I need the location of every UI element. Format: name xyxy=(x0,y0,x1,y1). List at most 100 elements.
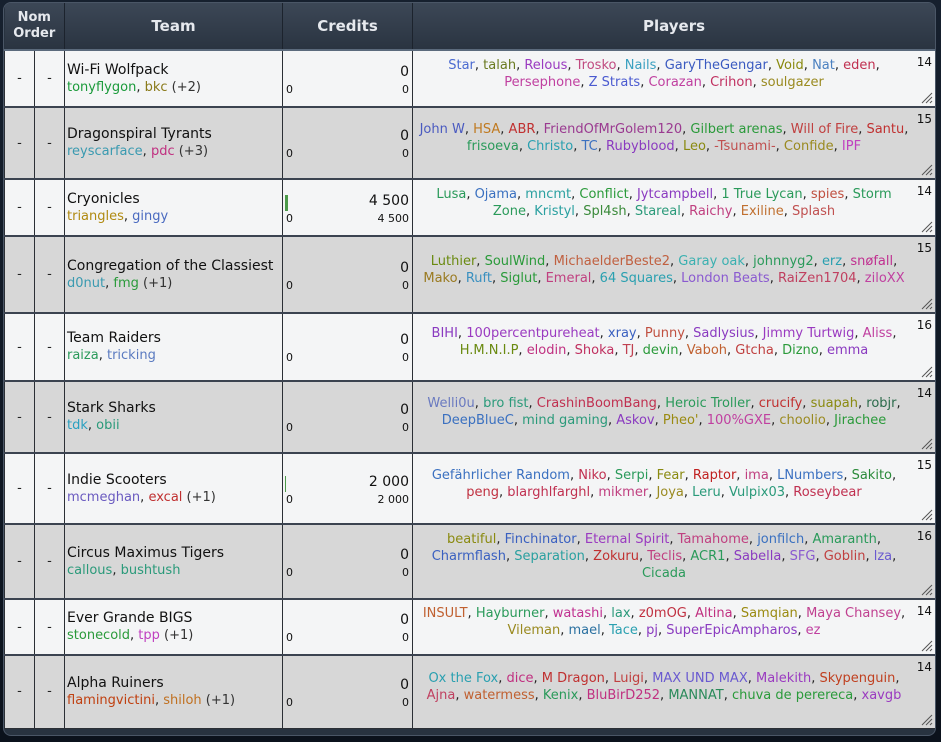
player-name[interactable]: ziloXX xyxy=(865,271,905,286)
player-name[interactable]: TJ xyxy=(623,343,635,358)
player-name[interactable]: Vileman xyxy=(507,623,560,638)
player-name[interactable]: mind gaming xyxy=(522,413,608,428)
player-name[interactable]: Maya Chansey xyxy=(806,606,901,621)
player-name[interactable]: 100percentpureheat xyxy=(466,326,599,341)
extra-managers-count[interactable]: (+1) xyxy=(143,276,172,291)
manager-name[interactable]: callous xyxy=(67,563,112,578)
player-name[interactable]: talah xyxy=(483,58,516,73)
player-name[interactable]: Luthier xyxy=(431,254,477,269)
player-name[interactable]: Spl4sh xyxy=(583,204,626,219)
player-name[interactable]: z0mOG xyxy=(639,606,687,621)
team-name[interactable]: Congregation of the Classiest xyxy=(67,258,282,275)
player-name[interactable]: bro fist xyxy=(483,396,528,411)
player-name[interactable]: LNumbers xyxy=(777,468,843,483)
player-name[interactable]: HSA xyxy=(473,122,500,137)
resize-handle-icon[interactable] xyxy=(921,164,933,176)
player-name[interactable]: 64 Squares xyxy=(600,271,673,286)
player-name[interactable]: MichaelderBeste2 xyxy=(554,254,670,269)
player-name[interactable]: blarghlfarghl xyxy=(507,485,590,500)
player-name[interactable]: soulgazer xyxy=(761,75,824,90)
player-name[interactable]: Amaranth xyxy=(812,532,876,547)
player-name[interactable]: SFG xyxy=(790,549,816,564)
team-name[interactable]: Circus Maximus Tigers xyxy=(67,545,282,562)
team-name[interactable]: Dragonspiral Tyrants xyxy=(67,126,282,143)
player-name[interactable]: xray xyxy=(608,326,637,341)
team-name[interactable]: Indie Scooters xyxy=(67,472,282,489)
extra-managers-count[interactable]: (+1) xyxy=(206,693,235,708)
player-name[interactable]: Conflict xyxy=(579,187,628,202)
manager-name[interactable]: tonyflygon xyxy=(67,80,136,95)
player-name[interactable]: Leru xyxy=(692,485,721,500)
player-name[interactable]: watermess xyxy=(464,688,535,703)
player-name[interactable]: Santu xyxy=(866,122,904,137)
manager-name[interactable]: stonecold xyxy=(67,628,130,643)
player-name[interactable]: Nat xyxy=(812,58,835,73)
player-name[interactable]: erz xyxy=(822,254,842,269)
player-name[interactable]: M Dragon xyxy=(542,671,605,686)
player-name[interactable]: BluBirD252 xyxy=(587,688,660,703)
manager-name[interactable]: flamingvictini xyxy=(67,693,155,708)
player-name[interactable]: frisoeva xyxy=(467,139,519,154)
player-name[interactable]: Raichy xyxy=(689,204,732,219)
player-name[interactable]: Siglut xyxy=(500,271,537,286)
resize-handle-icon[interactable] xyxy=(921,584,933,596)
player-name[interactable]: Goblin xyxy=(824,549,866,564)
player-name[interactable]: Eternal Spirit xyxy=(585,532,670,547)
player-name[interactable]: lza xyxy=(874,549,892,564)
player-name[interactable]: CrashinBoomBang xyxy=(537,396,657,411)
player-name[interactable]: Punny xyxy=(645,326,685,341)
resize-handle-icon[interactable] xyxy=(921,92,933,104)
extra-managers-count[interactable]: (+2) xyxy=(172,80,201,95)
player-name[interactable]: Heroic Troller xyxy=(665,396,750,411)
player-name[interactable]: Gilbert arenas xyxy=(690,122,782,137)
player-name[interactable]: Shoka xyxy=(575,343,615,358)
player-name[interactable]: Tace xyxy=(609,623,638,638)
player-name[interactable]: Charmflash xyxy=(432,549,506,564)
player-name[interactable]: mikmer xyxy=(598,485,648,500)
player-name[interactable]: mael xyxy=(568,623,600,638)
player-name[interactable]: Pheo' xyxy=(663,413,699,428)
player-name[interactable]: Relous xyxy=(524,58,567,73)
player-name[interactable]: Kristyl xyxy=(534,204,575,219)
player-name[interactable]: Christo xyxy=(527,139,573,154)
player-name[interactable]: Ruft xyxy=(466,271,492,286)
player-name[interactable]: Raptor xyxy=(693,468,736,483)
player-name[interactable]: Dizno xyxy=(782,343,819,358)
player-name[interactable]: ez xyxy=(806,623,821,638)
player-name[interactable]: Skypenguin xyxy=(820,671,896,686)
player-name[interactable]: Sadlysius xyxy=(693,326,754,341)
player-name[interactable]: ABR xyxy=(509,122,536,137)
player-name[interactable]: RaiZen1704 xyxy=(778,271,857,286)
player-name[interactable]: Malekith xyxy=(756,671,811,686)
player-name[interactable]: Kenix xyxy=(543,688,578,703)
player-name[interactable]: Will of Fire xyxy=(791,122,858,137)
player-name[interactable]: pj xyxy=(646,623,658,638)
player-name[interactable]: Ajna xyxy=(427,688,456,703)
player-name[interactable]: GaryTheGengar xyxy=(665,58,768,73)
player-name[interactable]: Mako xyxy=(423,271,457,286)
player-name[interactable]: Altina xyxy=(695,606,732,621)
player-name[interactable]: johnnyg2 xyxy=(753,254,814,269)
player-name[interactable]: Trosko xyxy=(576,58,617,73)
player-name[interactable]: Roseybear xyxy=(793,485,861,500)
player-name[interactable]: Garay oak xyxy=(678,254,745,269)
player-name[interactable]: chuva de perereca xyxy=(732,688,853,703)
manager-name[interactable]: fmg xyxy=(113,276,139,291)
resize-handle-icon[interactable] xyxy=(921,438,933,450)
team-name[interactable]: Cryonicles xyxy=(67,191,282,208)
player-name[interactable]: Crihon xyxy=(710,75,752,90)
column-header-team[interactable]: Team xyxy=(64,3,283,51)
player-name[interactable]: Z Strats xyxy=(589,75,641,90)
player-name[interactable]: Leo xyxy=(683,139,706,154)
player-name[interactable]: Jirachee xyxy=(834,413,886,428)
player-name[interactable]: Tamahome xyxy=(678,532,749,547)
player-name[interactable]: eden xyxy=(843,58,876,73)
extra-managers-count[interactable]: (+3) xyxy=(179,144,208,159)
extra-managers-count[interactable]: (+1) xyxy=(164,628,193,643)
manager-name[interactable]: gingy xyxy=(132,209,168,224)
team-name[interactable]: Stark Sharks xyxy=(67,400,282,417)
player-name[interactable]: robjr xyxy=(866,396,896,411)
player-name[interactable]: Fear xyxy=(657,468,685,483)
extra-managers-count[interactable]: (+1) xyxy=(187,490,216,505)
player-name[interactable]: Welli0u xyxy=(427,396,474,411)
